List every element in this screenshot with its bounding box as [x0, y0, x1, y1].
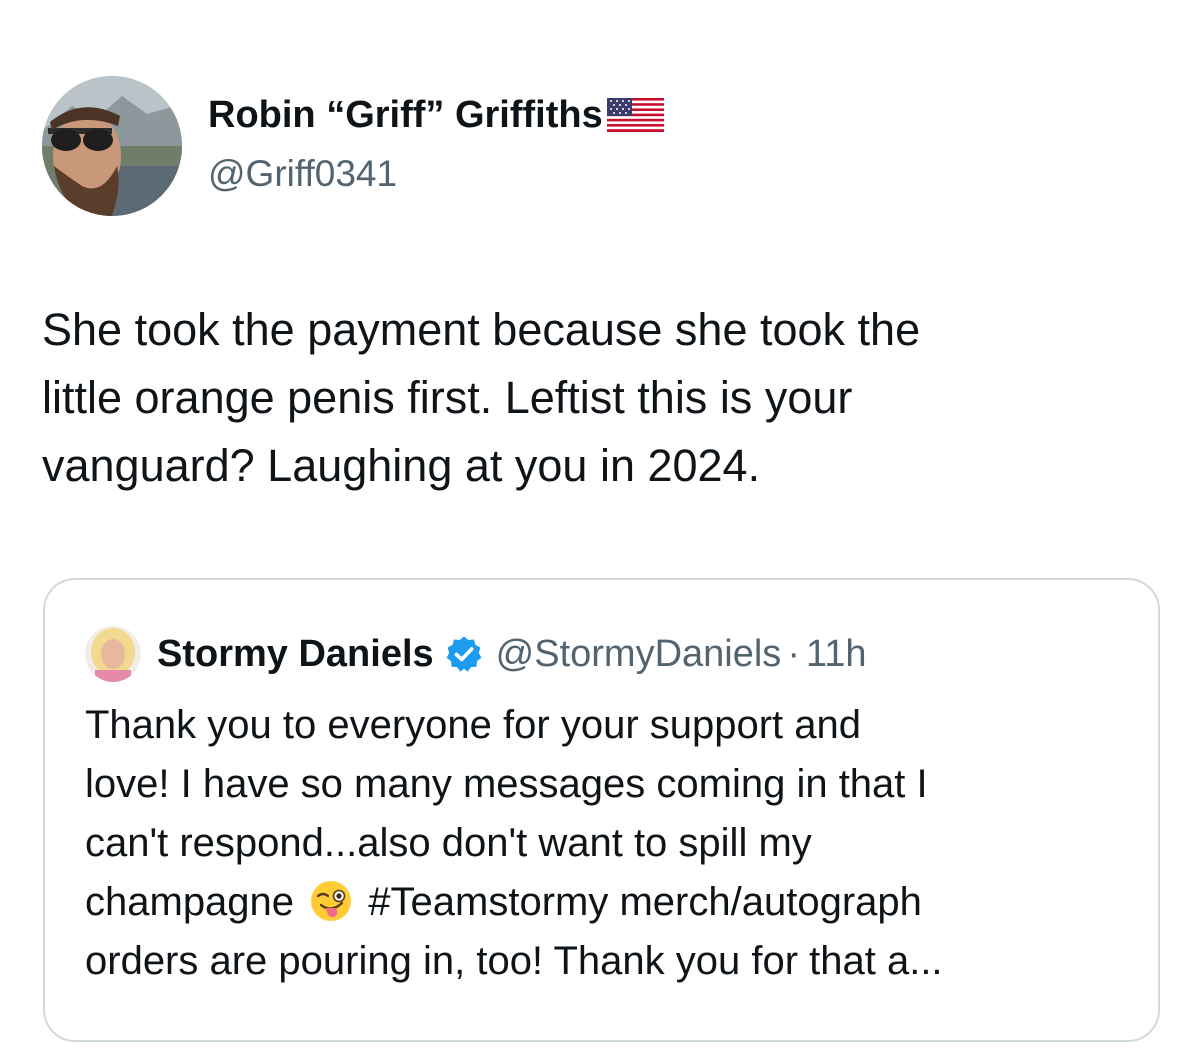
us-flag-icon [606, 98, 664, 132]
quoted-tweet-time[interactable]: 11h [806, 633, 867, 676]
quoted-text-line: love! I have so many messages coming in … [85, 762, 928, 806]
tweet-text-line: She took the payment because she took th… [42, 304, 921, 355]
tweet-text-line: little orange penis first. Leftist this … [42, 372, 853, 423]
author-name[interactable]: Robin “Griff” Griffiths [208, 92, 664, 138]
verified-badge-icon [446, 636, 481, 672]
tweet-text: She took the payment because she took th… [42, 296, 1162, 500]
author-name-text: Robin “Griff” Griffiths [208, 94, 603, 136]
quoted-author-name[interactable]: Stormy Daniels [157, 633, 434, 676]
author-avatar[interactable] [42, 76, 182, 216]
quoted-text-line: Thank you to everyone for your support a… [85, 703, 862, 747]
separator-dot: · [787, 632, 800, 675]
quoted-author-avatar-image [85, 626, 141, 682]
hashtag-link[interactable]: #Teamstormy merch/autograph [368, 880, 922, 924]
quoted-text-line-with-emoji: champagne #Teamstormy merch/autograph [85, 873, 1145, 932]
quoted-text-line: can't respond...also don't want to spill… [85, 821, 812, 865]
author-avatar-image [42, 76, 182, 216]
author-handle[interactable]: @Griff0341 [208, 152, 397, 196]
quoted-text-segment: champagne [85, 880, 295, 924]
quoted-tweet-header: Stormy Daniels @StormyDaniels · 11h [85, 626, 867, 682]
tweet-text-line: vanguard? Laughing at you in 2024. [42, 440, 761, 491]
quoted-author-avatar[interactable] [85, 626, 141, 682]
quoted-tweet-text: Thank you to everyone for your support a… [85, 696, 1145, 991]
winking-face-with-tongue-icon [311, 881, 352, 921]
quoted-author-handle[interactable]: @StormyDaniels [496, 633, 782, 676]
quoted-text-line: orders are pouring in, too! Thank you fo… [85, 939, 943, 983]
quoted-tweet-card[interactable]: Stormy Daniels @StormyDaniels · 11h Than… [43, 578, 1160, 1042]
